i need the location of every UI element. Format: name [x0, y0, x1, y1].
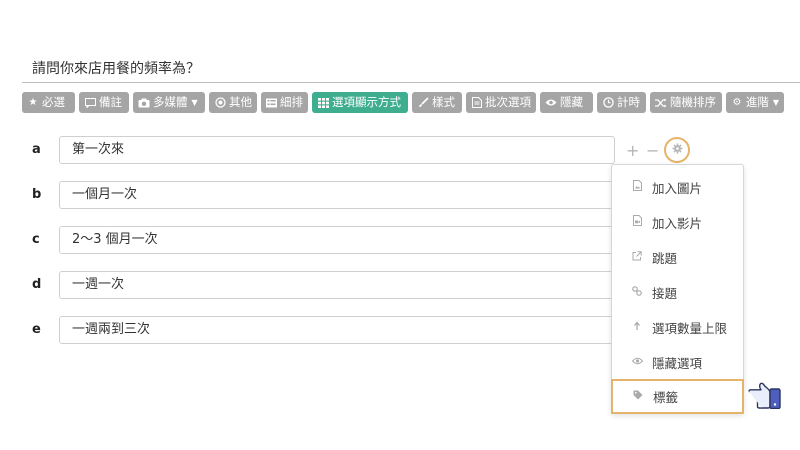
clock-icon	[602, 97, 614, 109]
menu-item-hide-option[interactable]: 隱藏選項	[612, 345, 743, 379]
timer-label: 計時	[617, 95, 640, 109]
advanced-label: 進階	[745, 95, 769, 109]
batch-options-button[interactable]: 批次選項	[466, 92, 536, 113]
image-file-icon	[632, 180, 642, 194]
timer-button[interactable]: 計時	[597, 92, 646, 113]
menu-item-option-limit[interactable]: 選項數量上限	[612, 310, 743, 344]
menu-item-follow-up[interactable]: 接題	[612, 275, 743, 309]
option-settings-menu: 加入圖片 加入影片 跳題 接題 選項數量上限 隱藏選項 標籤	[611, 164, 744, 414]
list-icon	[266, 97, 277, 109]
video-file-icon	[632, 215, 642, 229]
grid-icon	[317, 97, 329, 109]
note-button[interactable]: 備註	[79, 92, 129, 113]
option-letter: c	[32, 232, 40, 247]
multimedia-button[interactable]: 多媒體 ▼	[133, 92, 205, 113]
menu-item-label: 跳題	[652, 250, 678, 266]
option-input[interactable]: 一週一次	[59, 271, 615, 299]
random-order-button[interactable]: 隨機排序	[650, 92, 722, 113]
chevron-down-icon: ▼	[191, 98, 198, 107]
hide-button[interactable]: 隱藏	[540, 92, 593, 113]
pointing-hand-icon	[748, 381, 782, 410]
menu-item-label: 接題	[652, 285, 678, 301]
question-title: 請問你來店用餐的頻率為？	[32, 61, 200, 77]
option-input[interactable]: 2～3 個月一次	[59, 226, 615, 254]
question-toolbar: ★ 必選 備註 多媒體 ▼ 其他 細排 選項顯示方式 樣式 批次選項 隱藏 計時…	[22, 92, 784, 114]
multimedia-label: 多媒體	[153, 95, 188, 109]
gear-icon: ⚙	[732, 96, 742, 108]
option-letter: d	[32, 277, 42, 292]
menu-item-tag[interactable]: 標籤	[611, 379, 744, 414]
shuffle-icon	[655, 97, 667, 109]
add-option-button[interactable]: +	[626, 141, 639, 160]
menu-item-label: 加入影片	[652, 215, 703, 231]
eye-icon	[631, 357, 644, 368]
style-button[interactable]: 樣式	[412, 92, 462, 113]
batch-options-label: 批次選項	[485, 95, 531, 109]
required-label: 必選	[42, 95, 65, 109]
option-settings-button[interactable]	[664, 137, 690, 163]
divider	[22, 82, 800, 83]
option-letter: a	[32, 142, 41, 157]
option-letter: b	[32, 187, 42, 202]
menu-item-label: 加入圖片	[652, 180, 703, 196]
random-order-label: 隨機排序	[670, 95, 716, 109]
star-icon: ★	[28, 96, 38, 108]
advanced-button[interactable]: ⚙ 進階 ▼	[726, 92, 784, 113]
style-label: 樣式	[432, 95, 455, 109]
hide-label: 隱藏	[560, 95, 583, 109]
other-label: 其他	[229, 95, 252, 109]
link-icon	[632, 285, 642, 299]
option-input[interactable]: 第一次來	[59, 136, 615, 164]
required-button[interactable]: ★ 必選	[22, 92, 75, 113]
option-input[interactable]: 一個月一次	[59, 181, 615, 209]
file-icon	[471, 97, 482, 109]
sort-label: 細排	[280, 95, 303, 109]
chevron-down-icon: ▼	[772, 98, 779, 107]
note-label: 備註	[99, 95, 122, 109]
tag-icon	[633, 390, 643, 403]
gear-icon	[672, 143, 683, 158]
option-display-label: 選項顯示方式	[332, 95, 401, 109]
menu-item-skip-logic[interactable]: 跳題	[612, 240, 743, 274]
external-link-icon	[632, 250, 642, 264]
menu-item-add-video[interactable]: 加入影片	[612, 205, 743, 239]
upload-arrow-icon	[632, 320, 642, 334]
menu-item-add-image[interactable]: 加入圖片	[612, 170, 743, 204]
option-controls: + −	[626, 136, 690, 164]
brush-icon	[417, 97, 429, 109]
camera-icon	[138, 97, 150, 109]
option-input[interactable]: 一週兩到三次	[59, 316, 615, 344]
option-letter: e	[32, 322, 41, 337]
menu-item-label: 選項數量上限	[652, 320, 728, 336]
other-button[interactable]: 其他	[209, 92, 257, 113]
remove-option-button[interactable]: −	[646, 141, 659, 160]
comment-icon	[84, 97, 96, 109]
radio-icon	[214, 97, 226, 109]
menu-item-label: 標籤	[653, 390, 679, 405]
eye-icon	[545, 97, 557, 109]
option-display-button[interactable]: 選項顯示方式	[312, 92, 408, 113]
menu-item-label: 隱藏選項	[652, 355, 703, 371]
sort-button[interactable]: 細排	[261, 92, 308, 113]
